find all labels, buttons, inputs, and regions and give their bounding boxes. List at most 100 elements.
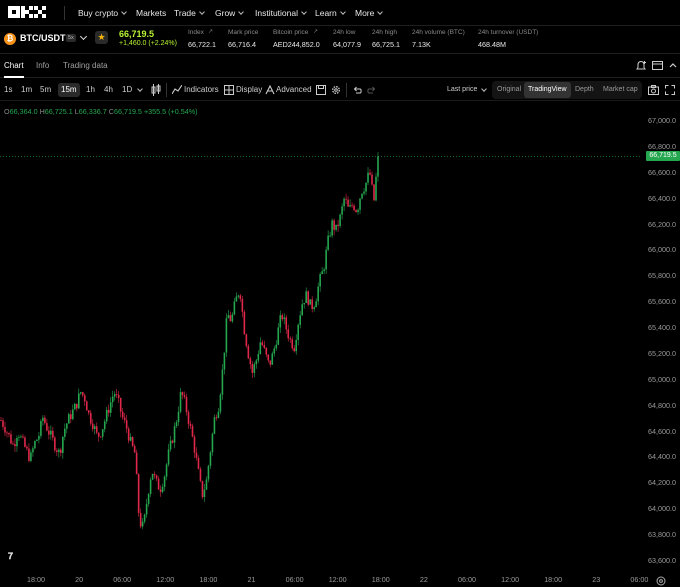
- candle-body: [28, 448, 30, 461]
- candle-body: [375, 176, 377, 201]
- nav-item[interactable]: Learn: [315, 0, 346, 26]
- tab-chart[interactable]: Chart: [4, 54, 24, 78]
- candle-body: [229, 315, 232, 322]
- view-original[interactable]: Original: [493, 82, 525, 98]
- y-axis-tick-label: 66,000.0: [648, 245, 676, 255]
- interval-1m[interactable]: 1m: [21, 83, 32, 97]
- interval-more-chevron-icon[interactable]: [137, 86, 143, 92]
- candle-body: [107, 409, 110, 413]
- favorite-star-icon[interactable]: ★: [95, 31, 108, 44]
- y-axis-tick-label: 65,600.0: [648, 297, 676, 307]
- ticker-stat-label: 24h volume (BTC): [412, 29, 465, 36]
- nav-item[interactable]: Markets: [136, 0, 166, 26]
- ticker-stat-label: Mark price: [228, 29, 259, 36]
- chart-settings-icon[interactable]: [656, 576, 666, 586]
- candle-body: [191, 425, 194, 437]
- chevron-down-icon: [339, 9, 346, 15]
- candle-body: [281, 315, 284, 320]
- candle-body: [355, 210, 357, 213]
- layout-window-icon[interactable]: [652, 61, 663, 71]
- nav-item-label: Buy crypto: [78, 8, 119, 18]
- candle-body: [46, 423, 48, 431]
- candle-type-icon[interactable]: [151, 84, 161, 96]
- external-link-icon[interactable]: ↗: [208, 28, 213, 35]
- candle-body: [167, 449, 170, 465]
- candle-body: [119, 397, 122, 412]
- candle-body: [89, 412, 92, 424]
- y-axis-tick-label: 64,400.0: [648, 452, 676, 462]
- okx-logo[interactable]: [8, 6, 52, 20]
- candle-body: [111, 396, 114, 403]
- candle-body: [231, 314, 234, 322]
- candle-body: [74, 403, 76, 410]
- interval-5m[interactable]: 5m: [40, 83, 51, 97]
- candle-body: [323, 269, 325, 272]
- candle-body: [151, 473, 154, 480]
- nav-item[interactable]: Trade: [174, 0, 205, 26]
- ticker-stat-value: 66,716.4: [228, 40, 256, 49]
- candle-body: [357, 209, 359, 213]
- interval-1d[interactable]: 1D: [122, 83, 132, 97]
- view-market-cap[interactable]: Market cap: [599, 82, 642, 98]
- price-chart[interactable]: O66,364.0 H66,725.1 L66,336.7 C66,719.5 …: [0, 101, 680, 587]
- tab-info[interactable]: Info: [36, 54, 49, 78]
- interval-1h[interactable]: 1h: [86, 83, 95, 97]
- chevron-down-icon[interactable]: [79, 32, 88, 41]
- candle-body: [313, 307, 315, 309]
- candle-body: [32, 448, 34, 453]
- display-button[interactable]: Display: [236, 83, 262, 97]
- candle-body: [87, 410, 90, 413]
- tradingview-logo[interactable]: 𝟕: [8, 551, 26, 563]
- price-type-chevron-icon[interactable]: [481, 86, 487, 92]
- save-layout-icon[interactable]: [316, 85, 326, 95]
- fullscreen-icon[interactable]: [665, 85, 675, 95]
- candle-body: [38, 435, 40, 440]
- candle-body: [259, 342, 262, 354]
- y-axis-tick-label: 66,200.0: [648, 219, 676, 229]
- redo-icon[interactable]: [367, 85, 377, 95]
- advanced-button[interactable]: Advanced: [276, 83, 312, 97]
- interval-4h[interactable]: 4h: [104, 83, 113, 97]
- candle-body: [311, 299, 313, 309]
- ticker-stat-value: 66,722.1: [188, 40, 216, 49]
- view-tradingview[interactable]: TradingView: [524, 82, 571, 98]
- pair-name[interactable]: BTC/USDT: [20, 33, 66, 43]
- interval-15m[interactable]: 15m: [58, 83, 80, 97]
- interval-1s[interactable]: 1s: [4, 83, 12, 97]
- camera-icon[interactable]: [648, 85, 659, 95]
- indicators-button[interactable]: Indicators: [184, 83, 219, 97]
- candle-body: [369, 172, 371, 175]
- alert-add-icon[interactable]: [635, 60, 647, 72]
- tab-trading-data[interactable]: Trading data: [63, 54, 108, 78]
- external-link-icon[interactable]: ↗: [313, 28, 318, 35]
- candle-body: [16, 437, 18, 447]
- x-axis-tick-label: 18:00: [199, 575, 218, 584]
- nav-item[interactable]: Grow: [215, 0, 245, 26]
- candle-body: [0, 420, 2, 422]
- candle-body: [377, 156, 379, 177]
- candle-body: [257, 353, 260, 361]
- nav-item[interactable]: More: [355, 0, 384, 26]
- price-type-select[interactable]: Last price: [447, 83, 477, 97]
- undo-icon[interactable]: [352, 85, 362, 95]
- candle-body: [349, 205, 351, 207]
- nav-item[interactable]: Buy crypto: [78, 0, 127, 26]
- candle-body: [267, 354, 270, 361]
- indicators-icon: [172, 85, 182, 95]
- ticker-stat-label: 24h low: [333, 29, 356, 36]
- nav-item[interactable]: Institutional: [255, 0, 307, 26]
- candle-body: [121, 411, 124, 418]
- candle-body: [195, 452, 198, 458]
- nav-item-label: Institutional: [255, 8, 298, 18]
- candle-body: [237, 295, 240, 297]
- candle-body: [169, 440, 172, 450]
- candle-body: [189, 423, 192, 426]
- ticker-stat-value: AED244,852.0: [273, 40, 320, 49]
- x-axis-tick-label: 23: [592, 575, 601, 584]
- candle-body: [353, 205, 355, 211]
- settings-gear-icon[interactable]: [331, 85, 341, 95]
- view-depth[interactable]: Depth: [571, 82, 598, 98]
- chevron-down-icon: [301, 9, 307, 15]
- x-axis-tick-label: 18:00: [27, 575, 45, 584]
- collapse-chevron-icon[interactable]: [668, 61, 678, 71]
